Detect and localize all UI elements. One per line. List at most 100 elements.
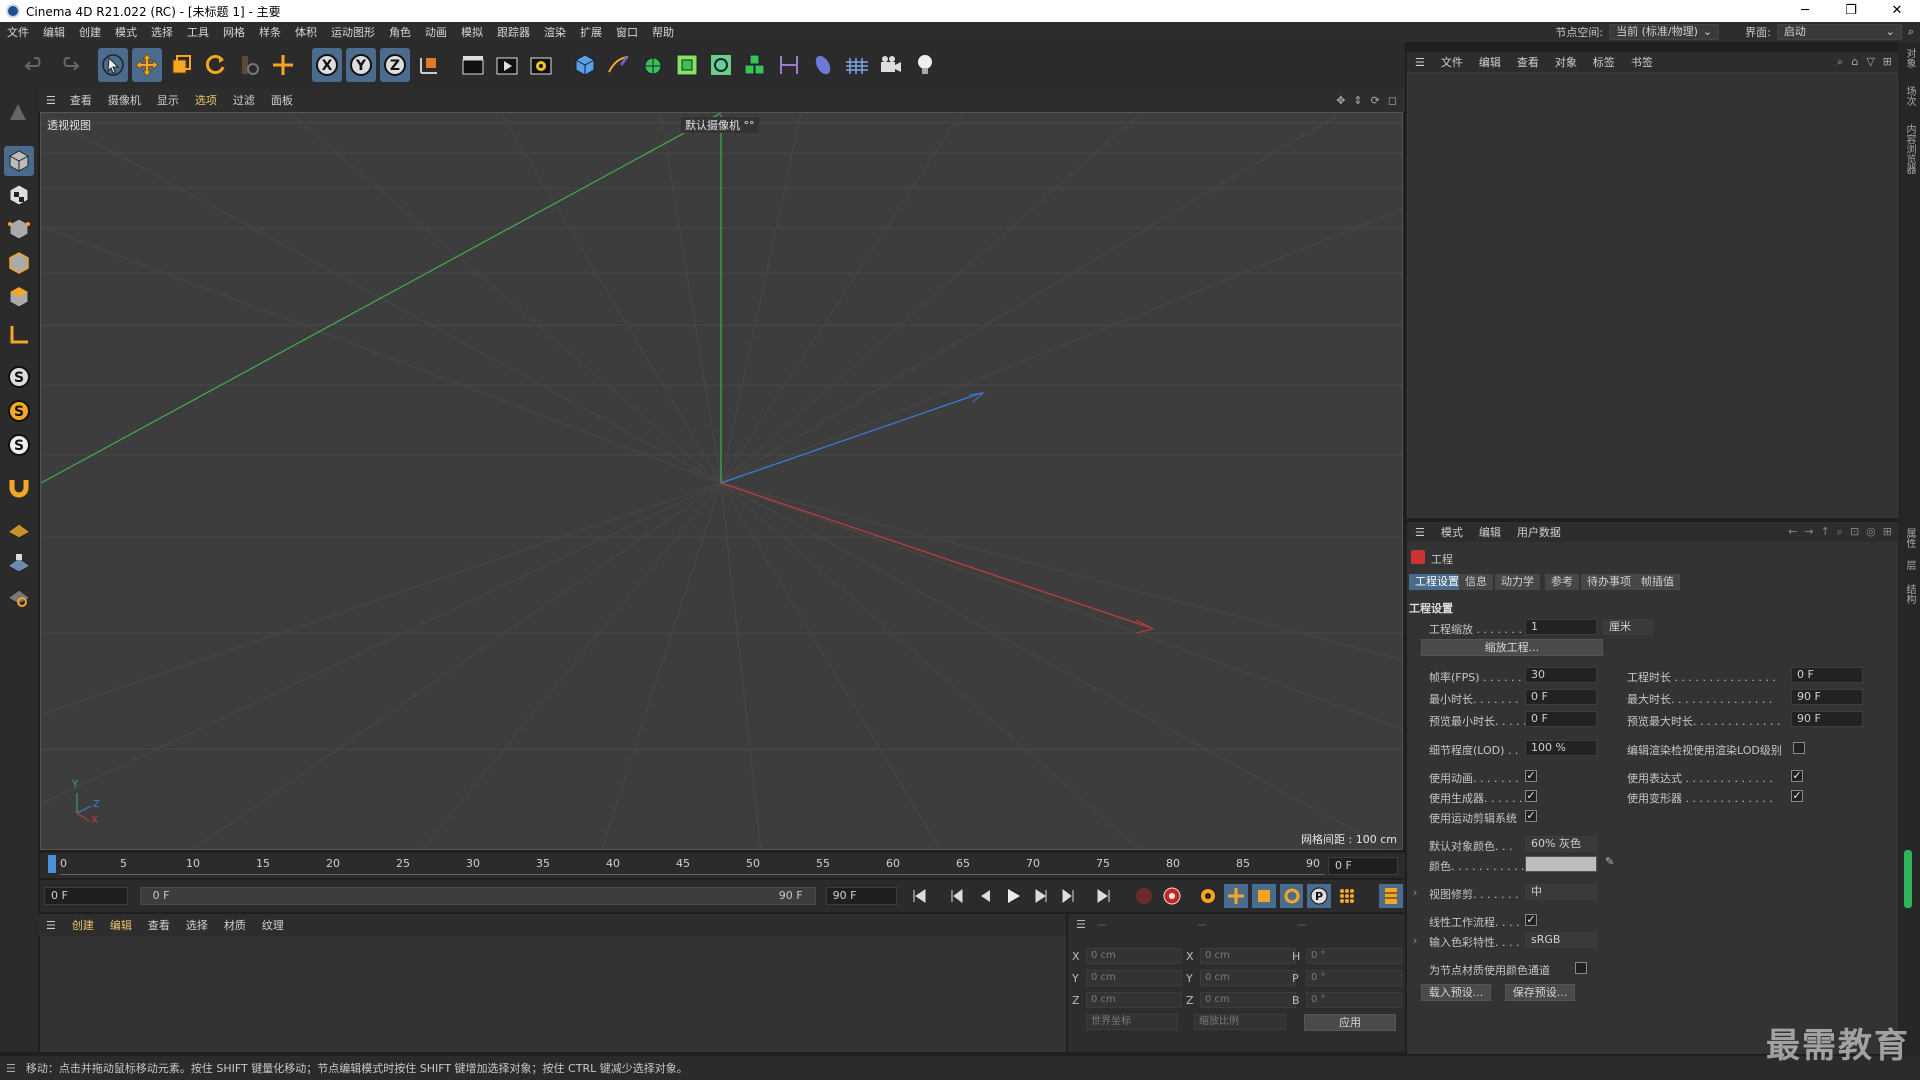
viewport-menu-view[interactable]: 查看 <box>62 92 100 108</box>
hamburger-icon[interactable]: ☰ <box>38 919 64 932</box>
point-level-animation-button[interactable] <box>1335 884 1359 908</box>
use-expressions-checkbox[interactable]: ✓ <box>1791 770 1803 782</box>
object-menu-edit[interactable]: 编辑 <box>1471 54 1509 70</box>
pos-y-field[interactable]: 0 cm <box>1086 970 1182 986</box>
side-tab-structure[interactable]: 结构 <box>1902 584 1917 604</box>
make-editable-button[interactable] <box>4 96 34 126</box>
menu-tracker[interactable]: 跟踪器 <box>490 24 537 40</box>
object-menu-bookmarks[interactable]: 书签 <box>1623 54 1661 70</box>
object-list[interactable] <box>1407 72 1898 518</box>
max-time-field[interactable]: 90 F <box>1791 689 1863 705</box>
pos-z-field[interactable]: 0 cm <box>1086 992 1182 1008</box>
tab-key-interpolation[interactable]: 帧插值 <box>1635 574 1680 590</box>
side-tab-attributes[interactable]: 属性 <box>1902 528 1917 548</box>
pan-view-icon[interactable]: ✥ <box>1336 94 1345 107</box>
size-x-field[interactable]: 0 cm <box>1200 948 1296 964</box>
new-window-icon[interactable]: ⊞ <box>1883 525 1892 539</box>
render-lod-checkbox[interactable] <box>1793 742 1805 754</box>
use-motion-system-checkbox[interactable]: ✓ <box>1525 810 1537 822</box>
attr-menu-userdata[interactable]: 用户数据 <box>1509 524 1569 540</box>
x-axis-lock-button[interactable]: X <box>312 48 342 82</box>
scale-tool-button[interactable] <box>166 48 196 82</box>
render-to-picture-viewer-button[interactable] <box>492 48 522 82</box>
menu-animate[interactable]: 动画 <box>418 24 454 40</box>
filter-icon[interactable]: ▽ <box>1866 55 1874 69</box>
new-window-icon[interactable]: ⊞ <box>1883 55 1892 69</box>
position-key-button[interactable] <box>1223 884 1248 908</box>
coordinate-space-dropdown[interactable]: 世界坐标 <box>1086 1014 1178 1030</box>
tab-info[interactable]: 信息 <box>1459 574 1493 590</box>
tab-referencing[interactable]: 参考 <box>1545 574 1579 590</box>
chevron-right-icon[interactable]: › <box>1413 934 1417 947</box>
menu-create[interactable]: 创建 <box>72 24 108 40</box>
menu-mesh[interactable]: 网格 <box>216 24 252 40</box>
viewport-camera-label[interactable]: 默认摄像机 °° <box>681 117 759 133</box>
keyframe-selection-button[interactable] <box>1196 884 1220 908</box>
hamburger-icon[interactable]: ☰ <box>1407 526 1433 539</box>
previous-frame-button[interactable] <box>973 884 997 908</box>
maximize-button[interactable]: ❐ <box>1828 0 1874 22</box>
attr-menu-mode[interactable]: 模式 <box>1433 524 1471 540</box>
load-preset-button[interactable]: 载入预设... <box>1421 984 1491 1001</box>
object-menu-view[interactable]: 查看 <box>1509 54 1547 70</box>
material-list[interactable] <box>40 936 1066 1052</box>
undo-button[interactable] <box>20 48 50 82</box>
material-menu-material[interactable]: 材质 <box>216 917 254 933</box>
render-view-button[interactable] <box>458 48 488 82</box>
planar-workplane-button[interactable] <box>4 582 34 612</box>
color-swatch[interactable] <box>1525 856 1597 872</box>
fps-field[interactable]: 30 <box>1525 667 1597 683</box>
material-menu-select[interactable]: 选择 <box>178 917 216 933</box>
solo-hierarchy-button[interactable]: S <box>4 396 34 426</box>
use-animation-checkbox[interactable]: ✓ <box>1525 770 1537 782</box>
menu-window[interactable]: 窗口 <box>609 24 645 40</box>
solo-off-button[interactable]: S <box>4 430 34 460</box>
object-menu-tags[interactable]: 标签 <box>1585 54 1623 70</box>
field-button[interactable] <box>774 48 804 82</box>
home-icon[interactable]: ⌂ <box>1851 55 1858 69</box>
dolly-view-icon[interactable]: ⇕ <box>1353 94 1362 107</box>
menu-simulate[interactable]: 模拟 <box>454 24 490 40</box>
eyedropper-icon[interactable]: ✎ <box>1605 855 1614 868</box>
project-scale-unit-dropdown[interactable]: 厘米 <box>1603 619 1653 635</box>
go-to-end-button[interactable] <box>1092 884 1116 908</box>
menu-help[interactable]: 帮助 <box>645 24 681 40</box>
scale-key-button[interactable] <box>1251 884 1276 908</box>
node-color-channel-checkbox[interactable] <box>1575 962 1587 974</box>
side-tab-takes[interactable]: 场次 <box>1902 86 1917 106</box>
save-preset-button[interactable]: 保存预设... <box>1505 984 1575 1001</box>
parameter-key-button[interactable]: P <box>1307 884 1332 908</box>
menu-select[interactable]: 选择 <box>144 24 180 40</box>
redo-button[interactable] <box>54 48 84 82</box>
menu-character[interactable]: 角色 <box>382 24 418 40</box>
tab-todo[interactable]: 待办事项 <box>1581 574 1637 590</box>
project-scale-field[interactable]: 1 <box>1525 619 1597 635</box>
material-menu-view[interactable]: 查看 <box>140 917 178 933</box>
hamburger-icon[interactable]: ☰ <box>1407 56 1433 69</box>
pen-spline-button[interactable] <box>604 48 634 82</box>
lock-icon[interactable]: ⊡ <box>1850 525 1859 539</box>
view-clipping-dropdown[interactable]: 中 <box>1525 884 1597 900</box>
viewport-menu-cameras[interactable]: 摄像机 <box>100 92 149 108</box>
workplane-button[interactable] <box>4 514 34 544</box>
size-mode-dropdown[interactable]: 缩放比例 <box>1194 1014 1286 1030</box>
object-menu-object[interactable]: 对象 <box>1547 54 1585 70</box>
axis-mode-button[interactable] <box>4 320 34 350</box>
current-frame-field[interactable]: 0 F <box>1328 857 1398 875</box>
move-tool-button[interactable] <box>132 48 162 82</box>
layout-dropdown[interactable]: 启动 ⌄ <box>1776 24 1902 40</box>
project-length-field[interactable]: 0 F <box>1791 667 1863 683</box>
material-menu-texture[interactable]: 纹理 <box>254 917 292 933</box>
transform-tool-button[interactable] <box>268 48 298 82</box>
snap-button[interactable] <box>4 472 34 502</box>
tab-dynamics[interactable]: 动力学 <box>1495 574 1540 590</box>
rot-b-field[interactable]: 0 ° <box>1306 992 1402 1008</box>
recent-tool-button[interactable] <box>234 48 264 82</box>
environment-button[interactable] <box>808 48 838 82</box>
pos-x-field[interactable]: 0 cm <box>1086 948 1182 964</box>
hamburger-icon[interactable]: ☰ <box>38 94 62 107</box>
up-arrow-icon[interactable]: ↑ <box>1821 525 1830 539</box>
y-axis-lock-button[interactable]: Y <box>346 48 376 82</box>
viewport-menu-panel[interactable]: 面板 <box>263 92 301 108</box>
next-key-button[interactable] <box>1057 884 1081 908</box>
